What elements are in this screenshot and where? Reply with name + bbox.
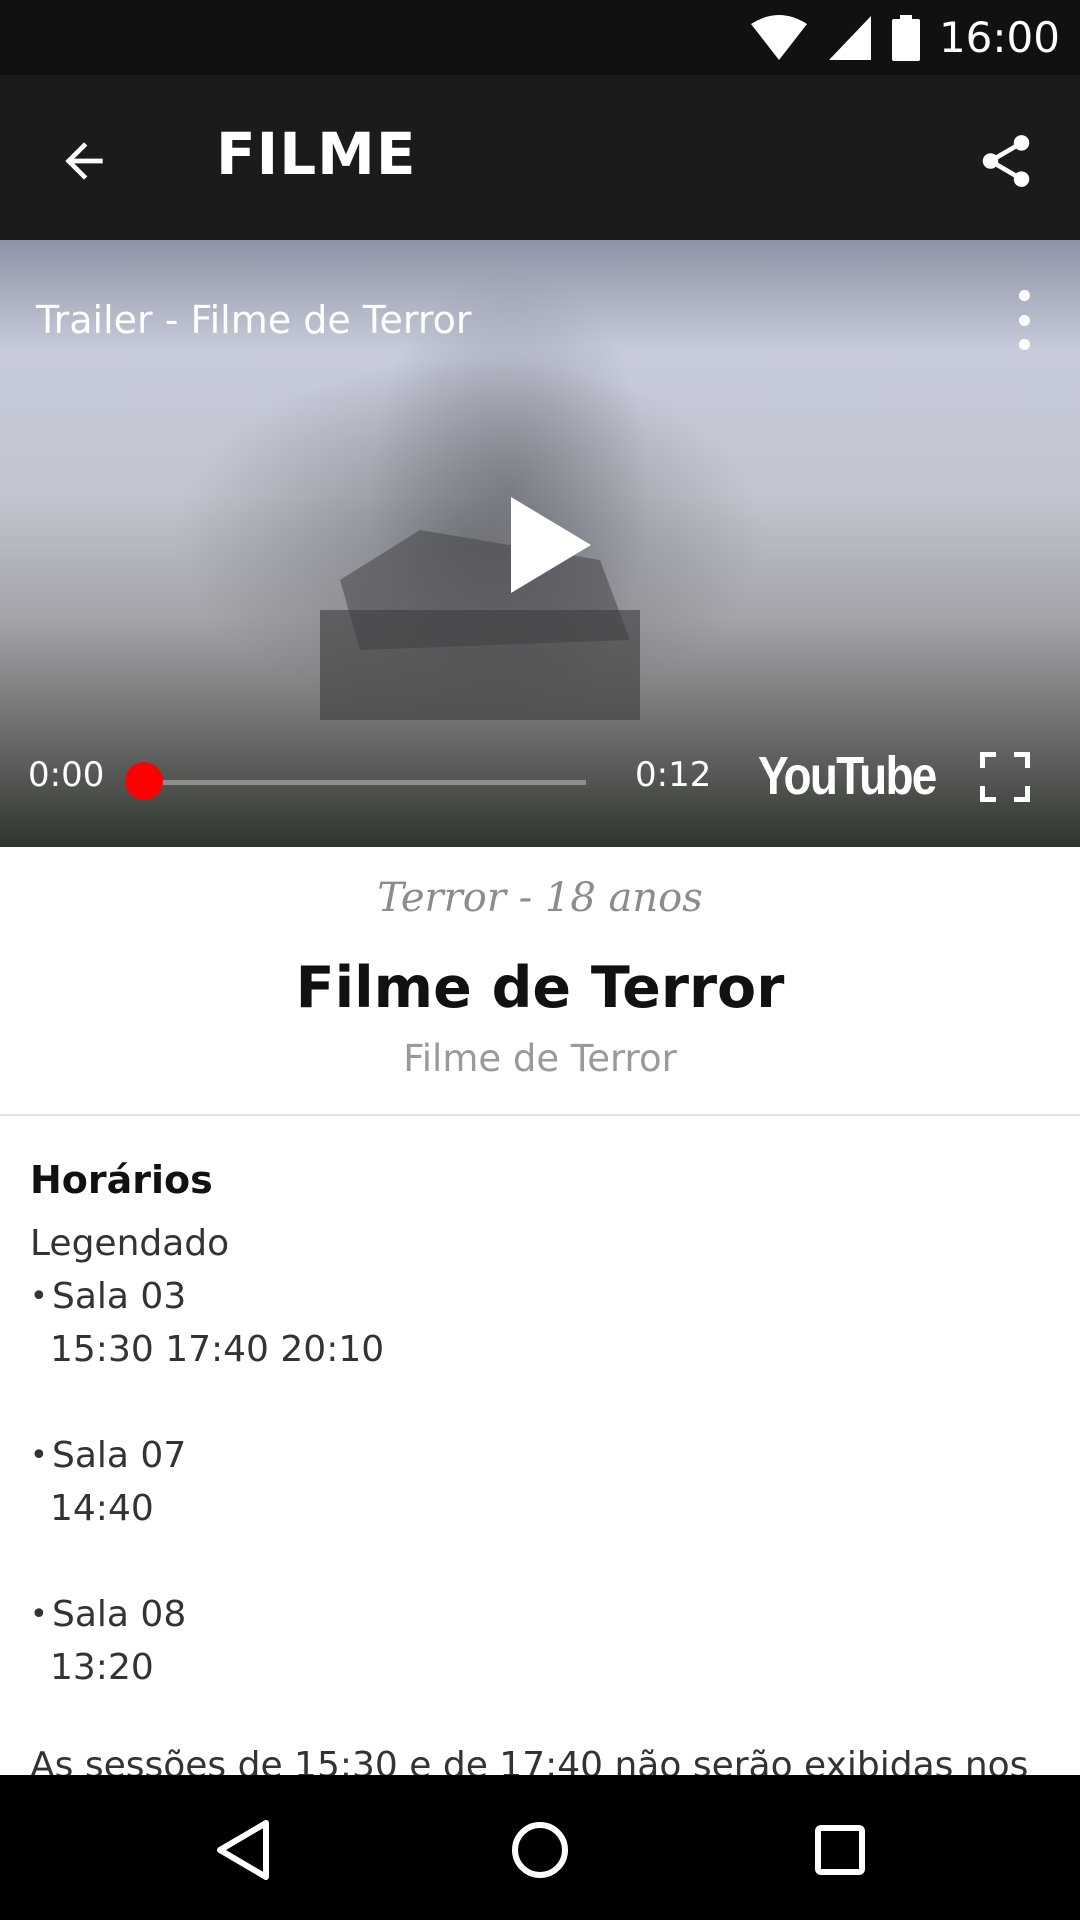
bullet-icon: • — [30, 1438, 48, 1473]
more-vert-icon — [1018, 290, 1030, 301]
movie-title: Filme de Terror — [295, 955, 785, 1021]
progress-knob[interactable] — [125, 762, 163, 800]
youtube-logo[interactable]: YouTube — [758, 745, 937, 807]
status-bar: 16:00 — [0, 0, 1080, 75]
page-title: FILME — [216, 120, 417, 188]
cell-signal-icon — [828, 15, 871, 60]
room-name: Sala 03 — [52, 1276, 187, 1317]
nav-home-icon[interactable] — [505, 1815, 575, 1885]
video-thumbnail-image — [320, 530, 640, 720]
share-icon — [982, 135, 1030, 187]
genre-rating: Terror - 18 anos — [377, 875, 703, 921]
wifi-icon — [750, 14, 807, 60]
room-times: 13:20 — [50, 1647, 154, 1688]
duration-time: 0:12 — [635, 755, 712, 795]
list-item: • Sala 08 13:20 — [30, 1588, 1050, 1694]
schedule-heading: Horários — [30, 1158, 213, 1202]
nav-back-icon[interactable] — [210, 1815, 280, 1885]
status-time: 16:00 — [938, 13, 1060, 62]
arrow-back-icon — [65, 142, 103, 180]
nav-recent-apps-icon[interactable] — [805, 1815, 875, 1885]
video-more-button[interactable] — [1004, 290, 1044, 350]
room-times: 15:30 17:40 20:10 — [50, 1329, 385, 1370]
video-title: Trailer - Filme de Terror — [36, 298, 472, 342]
fullscreen-button[interactable] — [980, 752, 1030, 802]
play-button[interactable] — [505, 495, 595, 595]
room-times: 14:40 — [50, 1488, 154, 1529]
list-item: • Sala 07 14:40 — [30, 1429, 1050, 1535]
bullet-icon: • — [30, 1597, 48, 1632]
room-name: Sala 07 — [52, 1435, 187, 1476]
bullet-icon: • — [30, 1279, 48, 1314]
room-name: Sala 08 — [52, 1594, 187, 1635]
schedule-type: Legendado — [30, 1223, 230, 1264]
schedule-section: Horários Legendado • Sala 03 15:30 17:40 … — [30, 1155, 1050, 1747]
current-time: 0:00 — [28, 755, 105, 795]
video-controls: 0:00 0:12 YouTube — [0, 727, 1080, 847]
list-item: • Sala 03 15:30 17:40 20:10 — [30, 1270, 1050, 1376]
share-button[interactable] — [962, 117, 1050, 205]
video-player[interactable]: Trailer - Filme de Terror 0:00 0:12 YouT… — [0, 240, 1080, 847]
battery-icon — [891, 14, 920, 61]
back-button[interactable] — [40, 117, 128, 205]
divider — [0, 1114, 1080, 1116]
movie-subtitle: Filme de Terror — [403, 1037, 677, 1080]
app-bar: FILME — [0, 75, 1080, 240]
navigation-bar — [0, 1775, 1080, 1920]
progress-bar[interactable] — [144, 780, 586, 785]
